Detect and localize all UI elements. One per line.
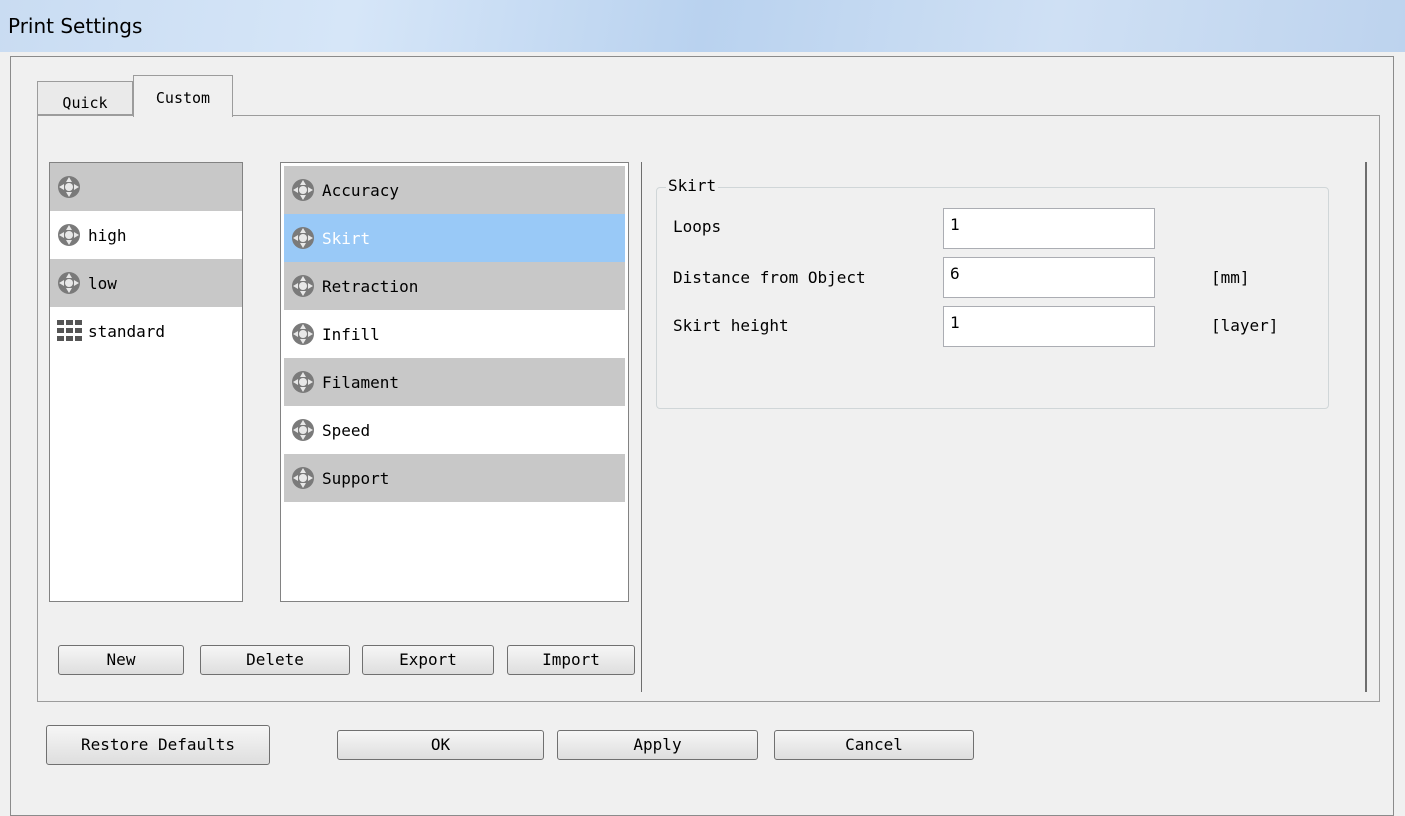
category-item-infill[interactable]: Infill <box>284 310 625 358</box>
grid-icon <box>57 320 82 341</box>
category-item-support[interactable]: Support <box>284 454 625 502</box>
delete-button[interactable]: Delete <box>200 645 350 675</box>
gear-icon <box>292 275 314 297</box>
category-item-retraction[interactable]: Retraction <box>284 262 625 310</box>
loops-input[interactable]: 1 <box>943 208 1155 249</box>
category-list[interactable]: Accuracy Skirt Retraction Infill Filamen… <box>280 162 629 602</box>
category-label: Accuracy <box>322 180 400 200</box>
window-title: Print Settings <box>8 14 143 38</box>
cancel-button[interactable]: Cancel <box>774 730 974 760</box>
profile-label: standard <box>88 321 166 341</box>
export-button[interactable]: Export <box>362 645 494 675</box>
category-label: Filament <box>322 372 400 392</box>
right-border-line <box>1365 162 1367 692</box>
profile-item-high[interactable]: high <box>50 211 242 259</box>
gear-icon <box>292 323 314 345</box>
loops-label: Loops <box>673 217 722 236</box>
category-item-accuracy[interactable]: Accuracy <box>284 166 625 214</box>
distance-label: Distance from Object <box>673 268 866 287</box>
category-label: Support <box>322 468 390 488</box>
profile-label: high <box>88 225 127 245</box>
gear-icon <box>58 224 80 246</box>
tab-custom[interactable]: Custom <box>133 75 233 117</box>
category-item-speed[interactable]: Speed <box>284 406 625 454</box>
gear-icon <box>292 467 314 489</box>
gear-icon <box>292 419 314 441</box>
new-button[interactable]: New <box>58 645 184 675</box>
tab-quick[interactable]: Quick <box>37 81 133 115</box>
gear-icon <box>292 371 314 393</box>
skirt-height-label: Skirt height <box>673 316 789 335</box>
ok-button[interactable]: OK <box>337 730 544 760</box>
gear-icon <box>58 176 80 198</box>
profile-item-low[interactable]: low <box>50 259 242 307</box>
skirt-height-input[interactable]: 1 <box>943 306 1155 347</box>
category-item-skirt[interactable]: Skirt <box>284 214 625 262</box>
profile-item-standard[interactable]: standard <box>50 307 242 355</box>
distance-unit: [mm] <box>1211 268 1250 287</box>
skirt-group-title: Skirt <box>666 176 719 195</box>
category-item-filament[interactable]: Filament <box>284 358 625 406</box>
skirt-height-unit: [layer] <box>1211 316 1279 335</box>
gear-icon <box>58 272 80 294</box>
category-label: Retraction <box>322 276 419 296</box>
profile-list[interactable]: high low standard <box>49 162 243 602</box>
title-bar: Print Settings <box>0 0 1405 52</box>
profile-label: low <box>88 273 117 293</box>
gear-icon <box>292 179 314 201</box>
restore-defaults-button[interactable]: Restore Defaults <box>46 725 270 765</box>
import-button[interactable]: Import <box>507 645 635 675</box>
panel-divider <box>641 162 642 692</box>
distance-input[interactable]: 6 <box>943 257 1155 298</box>
profile-item-default[interactable] <box>50 163 242 211</box>
category-label: Infill <box>322 324 380 344</box>
category-label: Speed <box>322 420 371 440</box>
apply-button[interactable]: Apply <box>557 730 758 760</box>
category-label: Skirt <box>322 228 371 248</box>
gear-icon <box>292 227 314 249</box>
